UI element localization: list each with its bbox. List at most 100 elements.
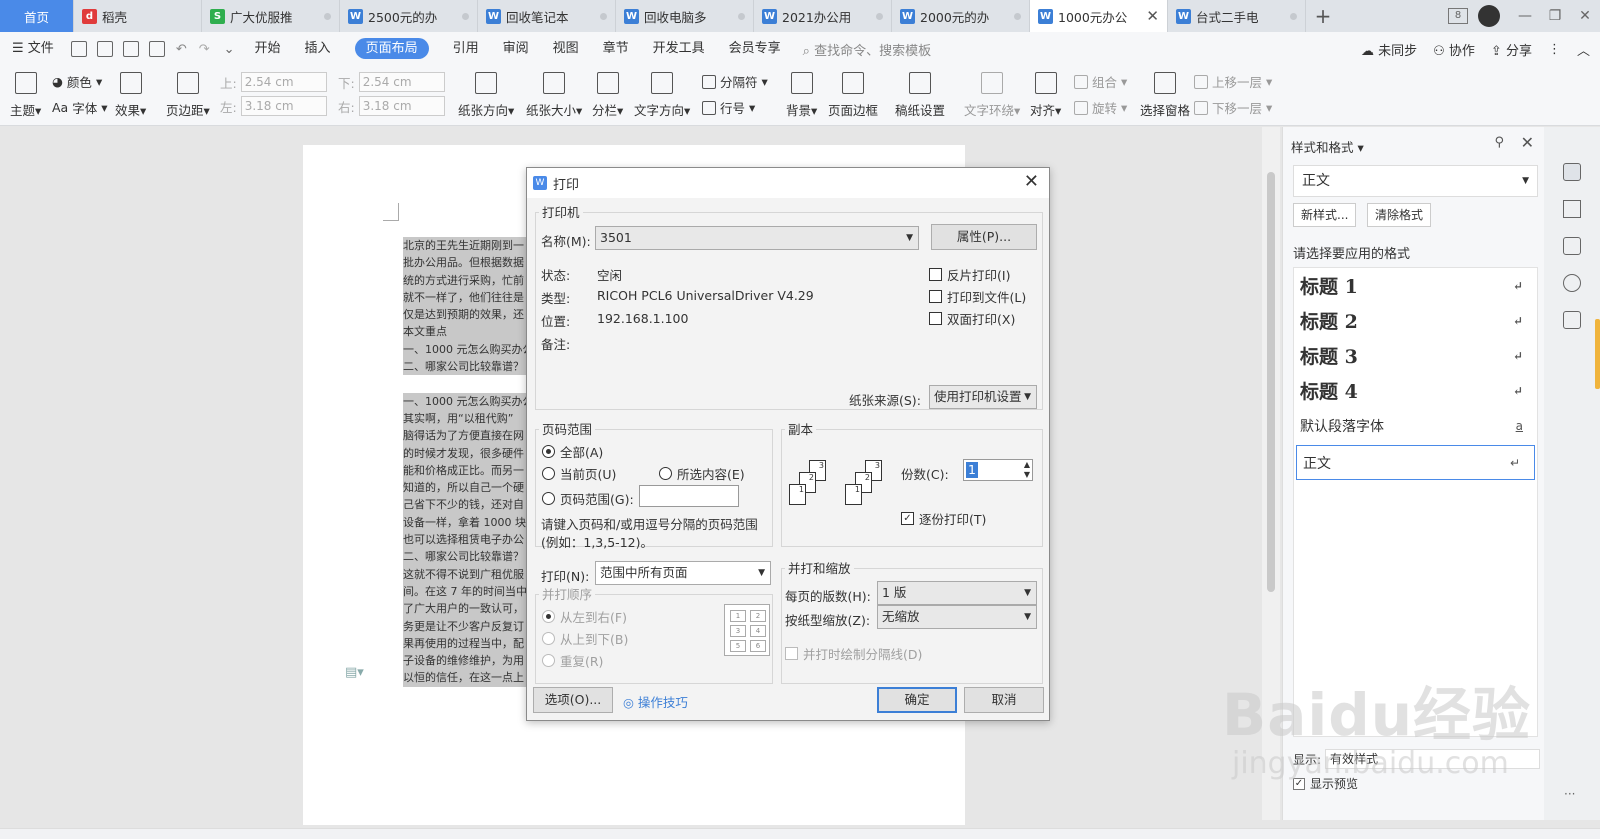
close-panel-icon[interactable]: ✕ bbox=[1521, 133, 1534, 152]
more-icon[interactable]: ⋮ bbox=[1548, 42, 1561, 57]
paper-size-button[interactable]: 纸张大小▾ bbox=[526, 66, 582, 119]
bring-forward-button[interactable]: 上移一层 ▾ bbox=[1194, 72, 1272, 91]
tab-document[interactable]: W 2500元的办 bbox=[340, 0, 478, 32]
restore-button[interactable]: ❐ bbox=[1540, 8, 1570, 24]
document-line[interactable]: 以恒的信任，在这一点上 bbox=[403, 669, 533, 687]
background-button[interactable]: 背景▾ bbox=[786, 66, 817, 119]
adjust-icon[interactable] bbox=[1563, 237, 1581, 255]
align-button[interactable]: 对齐▾ bbox=[1030, 66, 1061, 119]
pin-icon[interactable]: ⚲ bbox=[1494, 135, 1504, 150]
document-line[interactable]: 设备一样，拿着 1000 块 bbox=[403, 513, 533, 532]
document-line[interactable]: 能和价格成正比。而另一 bbox=[403, 461, 533, 480]
close-window-button[interactable]: ✕ bbox=[1570, 8, 1600, 24]
menu-tab-developer[interactable]: 开发工具 bbox=[641, 32, 717, 66]
help-icon[interactable] bbox=[1563, 274, 1581, 292]
document-line[interactable]: 知道的，所以自己一个硬 bbox=[403, 479, 533, 497]
panel-resize-handle[interactable] bbox=[1595, 319, 1600, 389]
close-tab-icon[interactable]: ✕ bbox=[1146, 7, 1159, 25]
order-top-bottom-radio[interactable]: 从上到下(B) bbox=[542, 629, 628, 648]
menu-tab-home[interactable]: 开始 bbox=[243, 32, 293, 66]
printer-name-select[interactable]: 3501 ▼ bbox=[595, 226, 919, 250]
send-backward-button[interactable]: 下移一层 ▾ bbox=[1194, 98, 1272, 117]
document-line[interactable]: 就不一样了，他们往往是 bbox=[403, 288, 533, 307]
orientation-button[interactable]: 纸张方向▾ bbox=[458, 66, 514, 119]
draw-borders-checkbox[interactable]: 并打时绘制分隔线(D) bbox=[785, 644, 922, 663]
document-line[interactable]: 脑得话为了方便直接在网 bbox=[403, 427, 533, 445]
breaks-button[interactable]: 分隔符 ▾ bbox=[702, 72, 768, 91]
line-numbers-button[interactable]: 行号 ▾ bbox=[702, 98, 755, 117]
menu-tab-page-layout[interactable]: 页面布局 bbox=[343, 32, 441, 66]
menu-tab-view[interactable]: 视图 bbox=[541, 32, 591, 66]
document-line[interactable] bbox=[403, 375, 533, 393]
text-wrap-button[interactable]: 文字环绕▾ bbox=[964, 66, 1020, 119]
file-menu[interactable]: ☰ 文件 bbox=[0, 32, 66, 66]
style-brush-icon[interactable] bbox=[1563, 163, 1581, 181]
group-button[interactable]: 组合 ▾ bbox=[1074, 72, 1127, 91]
rotate-button[interactable]: 旋转 ▾ bbox=[1074, 98, 1127, 117]
customize-quick-access-icon[interactable]: ⌄ bbox=[224, 42, 235, 57]
cancel-button[interactable]: 取消 bbox=[964, 687, 1044, 713]
tab-document[interactable]: W 台式二手电 bbox=[1168, 0, 1306, 32]
ok-button[interactable]: 确定 bbox=[877, 687, 957, 713]
margin-bottom-input[interactable]: 2.54 cm bbox=[358, 72, 445, 92]
page-border-button[interactable]: 页面边框 bbox=[828, 66, 878, 119]
tab-document[interactable]: W 回收笔记本 bbox=[478, 0, 616, 32]
document-line[interactable]: 仅是达到预期的效果，还 bbox=[403, 306, 533, 324]
menu-tab-member[interactable]: 会员专享 bbox=[717, 32, 793, 66]
vertical-scrollbar[interactable] bbox=[1262, 127, 1280, 820]
tab-docer[interactable]: d 稻壳 bbox=[74, 0, 202, 32]
undo-icon[interactable]: ↶ bbox=[176, 42, 187, 57]
print-to-file-checkbox[interactable]: 打印到文件(L) bbox=[929, 287, 1026, 306]
columns-button[interactable]: 分栏▾ bbox=[592, 66, 623, 119]
document-line[interactable]: 务更是让不少客户反复订 bbox=[403, 617, 533, 635]
printer-properties-button[interactable]: 属性(P)... bbox=[931, 224, 1037, 250]
document-line[interactable]: 间。在这 7 年的时间当中 bbox=[403, 582, 533, 601]
style-item-heading-4[interactable]: 标题 4 ↵ bbox=[1294, 373, 1537, 408]
style-item-heading-2[interactable]: 标题 2 ↵ bbox=[1294, 303, 1537, 338]
more-tools-icon[interactable]: ··· bbox=[1564, 787, 1575, 801]
paper-source-select[interactable]: 使用打印机设置 ▼ bbox=[929, 385, 1037, 409]
paragraph-options-icon[interactable]: ▤▾ bbox=[345, 665, 364, 680]
print-icon[interactable] bbox=[122, 41, 139, 57]
menu-tab-review[interactable]: 审阅 bbox=[491, 32, 541, 66]
sync-status[interactable]: ☁ 未同步 bbox=[1361, 40, 1417, 59]
document-body[interactable]: 北京的王先生近期刚到一 批办公用品。但根据数据 统的方式进行采购，忙前 就不一样了，他… bbox=[403, 237, 533, 687]
document-line[interactable]: 二、哪家公司比较靠谱？ bbox=[403, 548, 533, 566]
scale-to-paper-select[interactable]: 无缩放 ▼ bbox=[877, 605, 1037, 629]
save-icon[interactable] bbox=[70, 41, 87, 57]
tips-link[interactable]: ◎ 操作技巧 bbox=[623, 692, 688, 711]
reverse-print-checkbox[interactable]: 反片打印(I) bbox=[929, 265, 1010, 284]
redo-icon[interactable]: ↷ bbox=[199, 42, 210, 57]
avatar[interactable] bbox=[1478, 5, 1500, 27]
theme-button[interactable]: 主题▾ bbox=[10, 66, 41, 119]
export-pdf-icon[interactable] bbox=[96, 41, 113, 57]
tab-document[interactable]: W 2021办公用 bbox=[754, 0, 892, 32]
text-direction-button[interactable]: 文字方向▾ bbox=[634, 66, 690, 119]
document-line[interactable]: 子设备的维修维护，为用 bbox=[403, 652, 533, 670]
print-preview-icon[interactable] bbox=[148, 41, 165, 57]
document-line[interactable]: 其实啊，用“以租代购” bbox=[403, 409, 533, 428]
pages-per-sheet-select[interactable]: 1 版 ▼ bbox=[877, 581, 1037, 605]
backup-icon[interactable] bbox=[1563, 311, 1581, 329]
page-range-input[interactable] bbox=[639, 485, 739, 507]
document-line[interactable]: 本文重点 bbox=[403, 323, 533, 341]
copies-stepper[interactable]: 1 ▲ ▼ bbox=[963, 459, 1033, 481]
grid-paper-button[interactable]: 稿纸设置 bbox=[895, 66, 945, 119]
style-item-default-font[interactable]: 默认段落字体 a bbox=[1294, 408, 1537, 443]
tab-document[interactable]: S 广大优服推 bbox=[202, 0, 340, 32]
document-line[interactable]: 一、1000 元怎么购买办公 bbox=[403, 340, 533, 359]
menu-tab-insert[interactable]: 插入 bbox=[293, 32, 343, 66]
collaborate-button[interactable]: ⚇ 协作 bbox=[1433, 40, 1475, 59]
range-pages-radio[interactable]: 页码范围(G): bbox=[542, 489, 634, 508]
duplex-print-checkbox[interactable]: 双面打印(X) bbox=[929, 309, 1015, 328]
clear-format-button[interactable]: 清除格式 bbox=[1367, 203, 1432, 227]
order-left-right-radio[interactable]: 从左到右(F) bbox=[542, 607, 627, 626]
document-line[interactable]: 了广大用户的一致认可， bbox=[403, 600, 533, 618]
styles-panel-title[interactable]: 样式和格式 ▾ bbox=[1291, 137, 1364, 156]
order-repeat-radio[interactable]: 重复(R) bbox=[542, 651, 603, 670]
margin-left-input[interactable]: 3.18 cm bbox=[240, 96, 327, 116]
collate-checkbox[interactable]: ✓ 逐份打印(T) bbox=[901, 509, 986, 528]
workspace-count-icon[interactable]: 8 bbox=[1448, 8, 1468, 24]
document-line[interactable]: 二、哪家公司比较靠谱？ bbox=[403, 358, 533, 376]
fonts-button[interactable]: Aa 字体 ▾ bbox=[52, 98, 108, 117]
